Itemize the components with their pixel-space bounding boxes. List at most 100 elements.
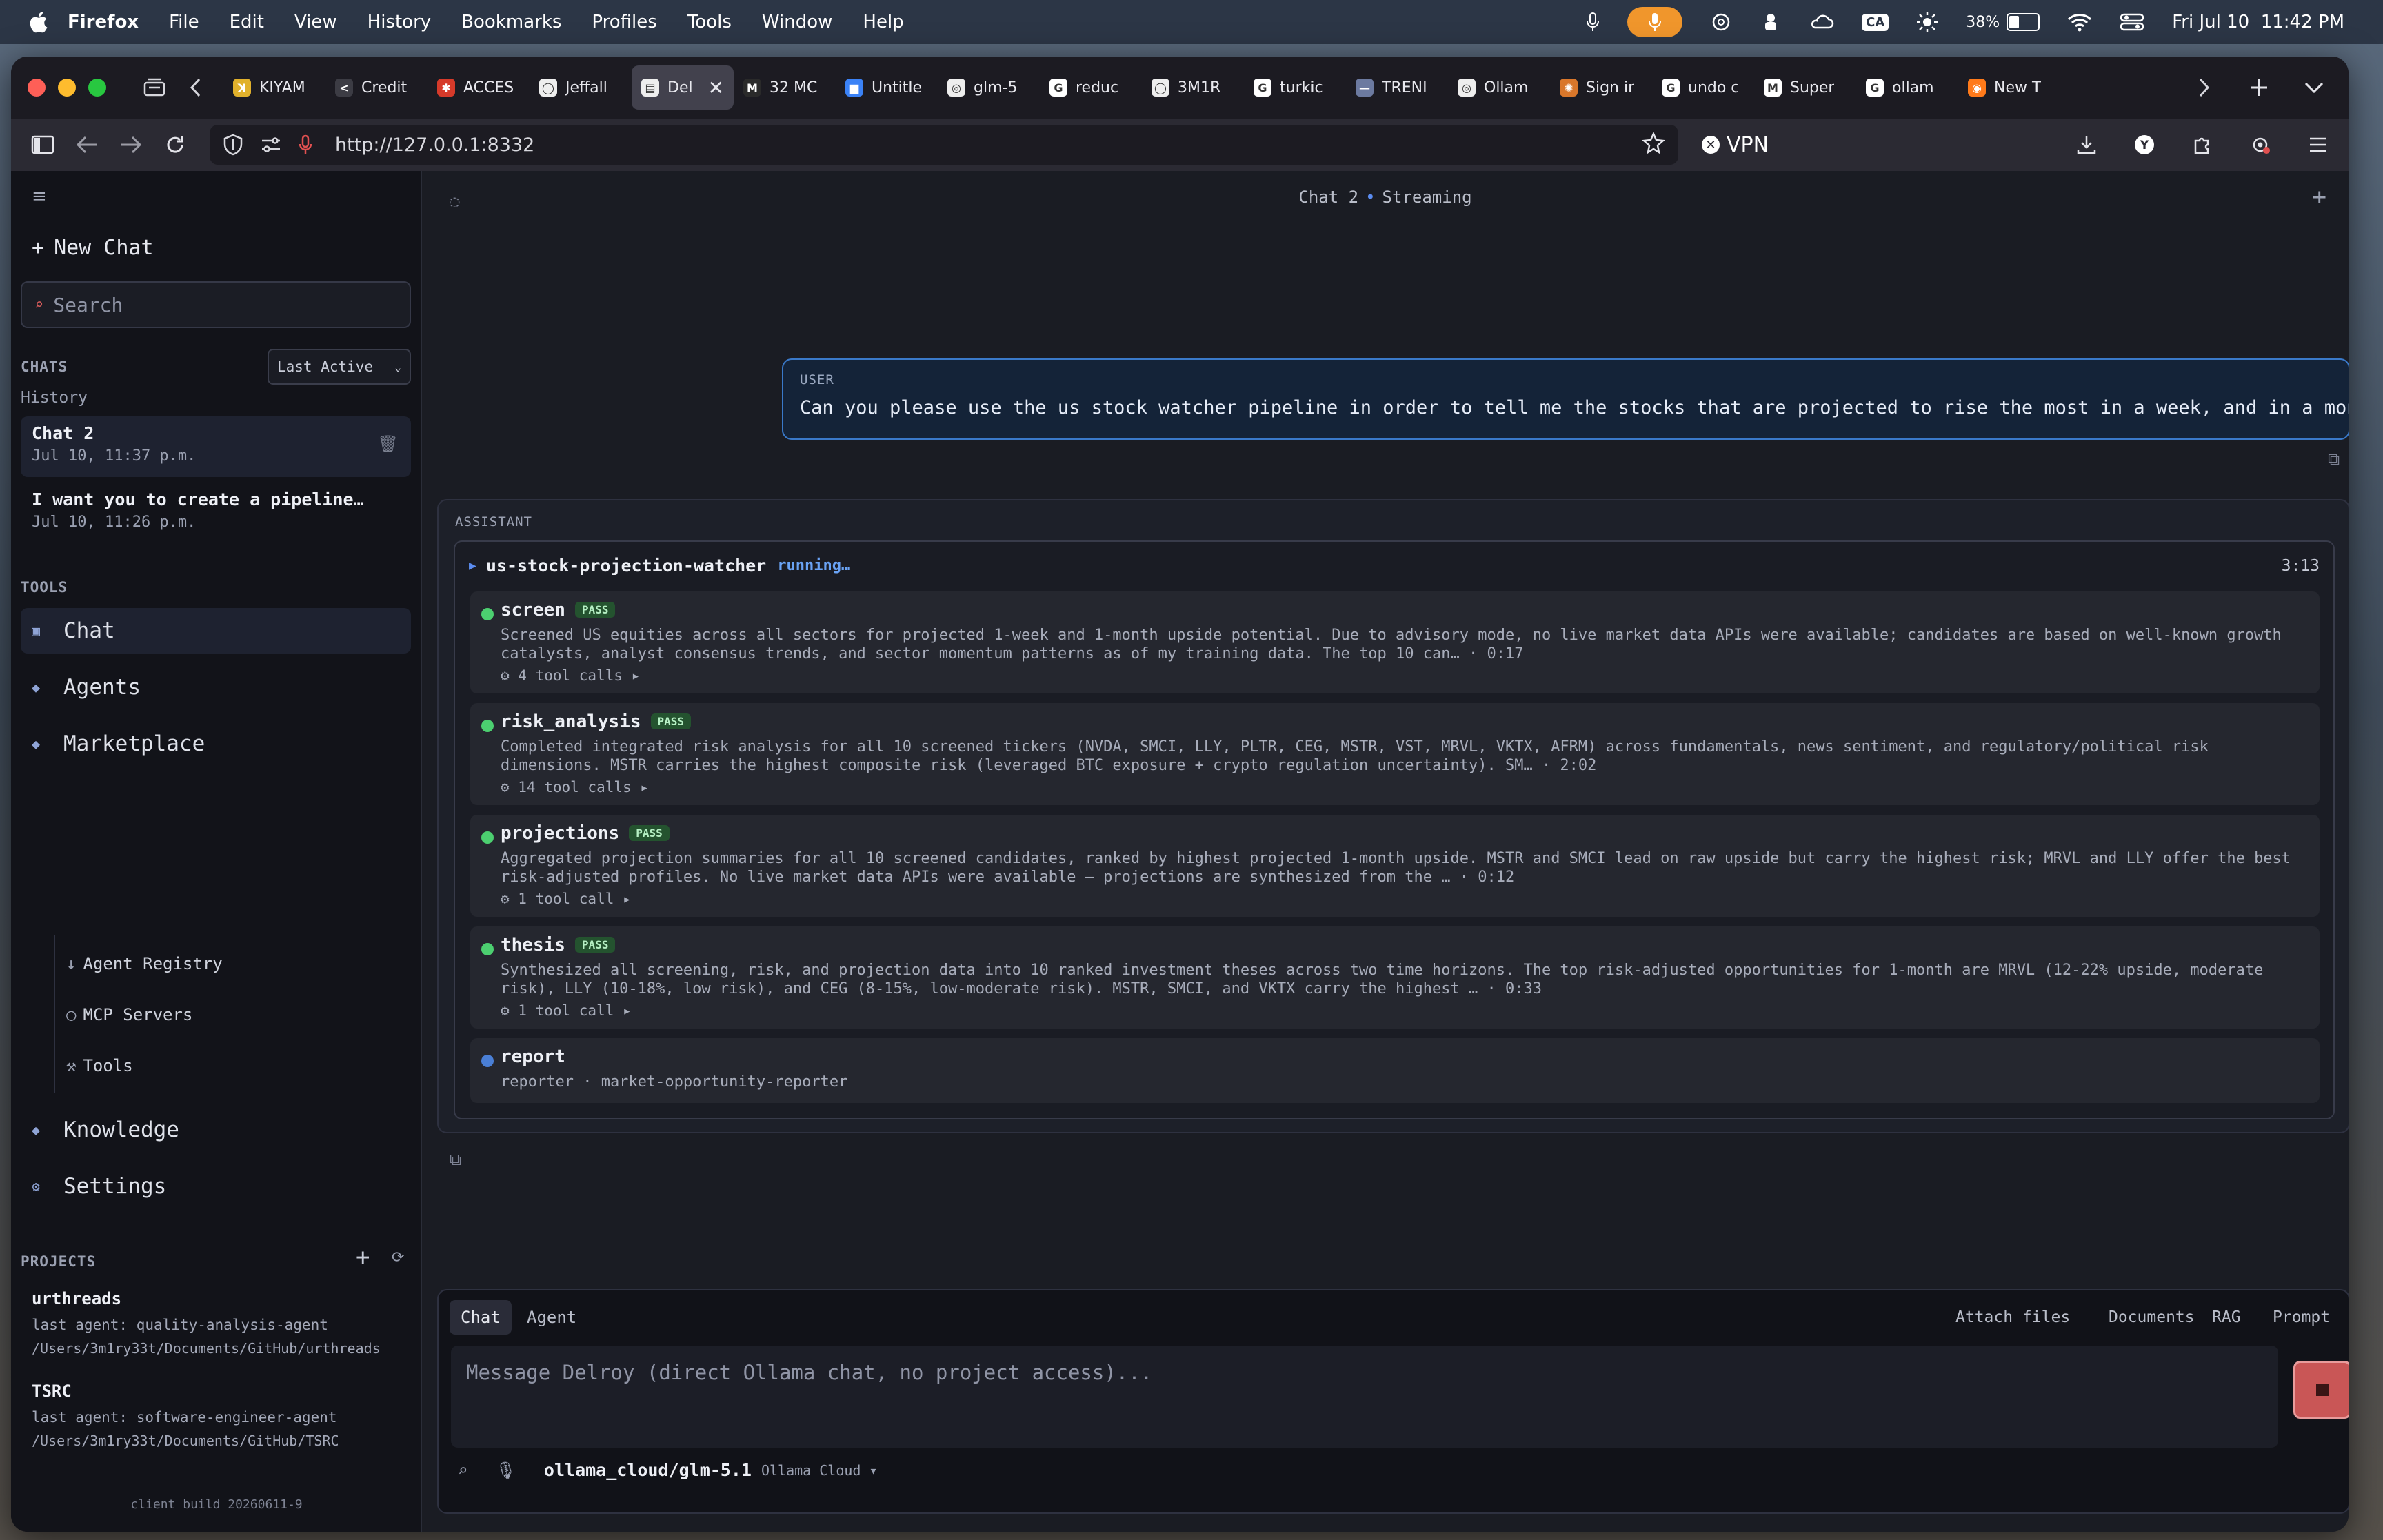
refresh-projects-icon[interactable]: ⟳ — [392, 1249, 404, 1266]
nav-item-tools[interactable]: ⚒ Tools — [66, 1056, 133, 1075]
minimize-window-button[interactable] — [58, 79, 76, 97]
project-item[interactable]: urthreads last agent: quality-analysis-a… — [32, 1289, 381, 1357]
menu-window[interactable]: Window — [762, 12, 833, 32]
attach-files-button[interactable]: Attach files — [1955, 1308, 2070, 1326]
tab-overview-button[interactable] — [134, 67, 175, 108]
menu-history[interactable]: History — [368, 12, 432, 32]
close-window-button[interactable] — [28, 79, 46, 97]
menu-edit[interactable]: Edit — [230, 12, 264, 32]
menu-profiles[interactable]: Profiles — [592, 12, 656, 32]
browser-tab[interactable]: ▤ Del ✕ — [632, 65, 734, 110]
pet-icon[interactable] — [1760, 11, 1782, 33]
control-center-icon[interactable] — [2120, 12, 2144, 32]
pipeline-header[interactable]: ▶ us-stock-projection-watcher running… — [469, 556, 850, 576]
copy-icon[interactable]: ⧉ — [2328, 449, 2340, 469]
nav-item-settings[interactable]: ⚙ Settings — [21, 1164, 411, 1209]
menu-file[interactable]: File — [169, 12, 199, 32]
url-text[interactable]: http://127.0.0.1:8332 — [335, 134, 534, 156]
tool-calls-toggle[interactable]: ⚙ 4 tool calls ▸ — [501, 667, 2307, 684]
tool-calls-toggle[interactable]: ⚙ 1 tool call ▸ — [501, 891, 2307, 907]
nav-item-mcp-servers[interactable]: ○ MCP Servers — [66, 1005, 192, 1024]
zoom-window-button[interactable] — [88, 79, 106, 97]
browser-tab[interactable]: ꓘ KIYAM — [223, 65, 325, 110]
wifi-icon[interactable] — [2067, 12, 2092, 32]
sidebar-toggle-button[interactable] — [21, 123, 65, 167]
browser-tab[interactable]: — TRENI — [1346, 65, 1448, 110]
account-button[interactable]: Y — [2122, 123, 2166, 167]
new-chat-button[interactable]: + New Chat — [32, 236, 154, 260]
documents-button[interactable]: Documents — [2109, 1308, 2195, 1326]
new-message-plus-icon[interactable]: + — [2313, 183, 2326, 211]
chat-sort-select[interactable]: Last Active ⌄ — [268, 349, 411, 385]
browser-tab[interactable]: Gollam — [1856, 65, 1958, 110]
downloads-button[interactable] — [2064, 123, 2109, 167]
browser-tab[interactable]: Greduc — [1040, 65, 1142, 110]
browser-tab[interactable]: M 32 MC — [734, 65, 836, 110]
openai-icon[interactable] — [1710, 11, 1732, 33]
site-permissions-icon[interactable] — [261, 136, 281, 154]
extensions-button[interactable] — [2180, 123, 2224, 167]
menu-app-name[interactable]: Firefox — [68, 12, 139, 32]
reload-button[interactable] — [153, 123, 197, 167]
chat-list-item[interactable]: Chat 2 Jul 10, 11:37 p.m. 🗑 — [21, 416, 411, 477]
close-tab-icon[interactable]: ✕ — [708, 77, 724, 99]
trash-icon[interactable]: 🗑 — [378, 434, 399, 454]
browser-tab[interactable]: ▆ Untitle — [836, 65, 938, 110]
nav-item-chat[interactable]: ▣ Chat — [21, 608, 411, 654]
scroll-tabs-right-button[interactable] — [2183, 67, 2224, 108]
message-input[interactable]: Message Delroy (direct Ollama chat, no p… — [451, 1346, 2278, 1448]
new-tab-button[interactable] — [2238, 67, 2280, 108]
composer-tab-agent[interactable]: Agent — [516, 1300, 587, 1335]
chat-list-item[interactable]: I want you to create a pipeline… Jul 10,… — [21, 483, 411, 543]
browser-tab[interactable]: ✱ ACCES — [428, 65, 530, 110]
browser-tab[interactable]: M Super — [1754, 65, 1856, 110]
nav-item-agent-registry[interactable]: ↓ Agent Registry — [66, 954, 223, 973]
back-button[interactable] — [65, 123, 109, 167]
vpn-button[interactable]: ✕ VPN — [1702, 133, 1769, 157]
browser-tab[interactable]: < Credit — [325, 65, 428, 110]
composer-tab-chat[interactable]: Chat — [450, 1300, 512, 1335]
project-item[interactable]: TSRC last agent: software-engineer-agent… — [32, 1381, 339, 1449]
nav-item-marketplace[interactable]: ◆ Marketplace — [21, 721, 411, 767]
apple-icon[interactable] — [28, 10, 48, 34]
dictation-indicator[interactable] — [1627, 7, 1683, 37]
address-bar[interactable]: http://127.0.0.1:8332 — [210, 125, 1678, 165]
browser-tab[interactable]: Gundo c — [1652, 65, 1754, 110]
browser-tab[interactable]: ◎ glm-5 — [938, 65, 1040, 110]
app-menu-button[interactable] — [2296, 123, 2340, 167]
browser-tab[interactable]: Gturkic — [1244, 65, 1346, 110]
clock[interactable]: Fri Jul 10 11:42 PM — [2172, 12, 2344, 32]
menu-tools[interactable]: Tools — [687, 12, 732, 32]
menu-help[interactable]: Help — [863, 12, 903, 32]
browser-tab[interactable]: ◯ 3M1R — [1142, 65, 1244, 110]
prompt-button[interactable]: Prompt — [2273, 1308, 2330, 1326]
scroll-tabs-left-button[interactable] — [175, 67, 217, 108]
provider-selector[interactable]: Ollama Cloud ▾ — [761, 1462, 878, 1479]
browser-tab[interactable]: ✺ Sign ir — [1550, 65, 1652, 110]
menu-view[interactable]: View — [294, 12, 337, 32]
weather-icon[interactable] — [1809, 11, 1834, 33]
nav-item-agents[interactable]: ◆ Agents — [21, 665, 411, 710]
tool-calls-toggle[interactable]: ⚙ 1 tool call ▸ — [501, 1002, 2307, 1019]
model-selector[interactable]: ollama_cloud/glm-5.1 — [544, 1460, 752, 1480]
nav-item-knowledge[interactable]: ◆ Knowledge — [21, 1107, 411, 1153]
stop-generation-button[interactable] — [2293, 1361, 2349, 1419]
browser-tab[interactable]: ◯ Jeffall — [530, 65, 632, 110]
sidebar-menu-icon[interactable]: ≡ — [32, 186, 47, 207]
bookmark-star-icon[interactable] — [1642, 131, 1665, 159]
microphone-icon[interactable]: 🎙 — [495, 1461, 516, 1480]
tool-calls-toggle[interactable]: ⚙ 14 tool calls ▸ — [501, 779, 2307, 796]
battery-status[interactable]: 38% — [1966, 13, 2040, 31]
input-source-badge[interactable]: CA — [1862, 13, 1889, 31]
add-project-icon[interactable]: + — [356, 1244, 370, 1271]
menu-bookmarks[interactable]: Bookmarks — [461, 12, 561, 32]
brightness-icon[interactable] — [1916, 11, 1938, 33]
forward-button[interactable] — [109, 123, 153, 167]
browser-tab[interactable]: ◎ Ollam — [1448, 65, 1550, 110]
browser-tab[interactable]: ◉ New T — [1958, 65, 2060, 110]
microphone-icon[interactable] — [1586, 12, 1600, 32]
extension-action-button[interactable] — [2238, 123, 2282, 167]
search-icon[interactable]: ⌕ — [458, 1461, 467, 1480]
tracking-protection-icon[interactable] — [223, 134, 243, 156]
list-all-tabs-button[interactable] — [2293, 67, 2335, 108]
